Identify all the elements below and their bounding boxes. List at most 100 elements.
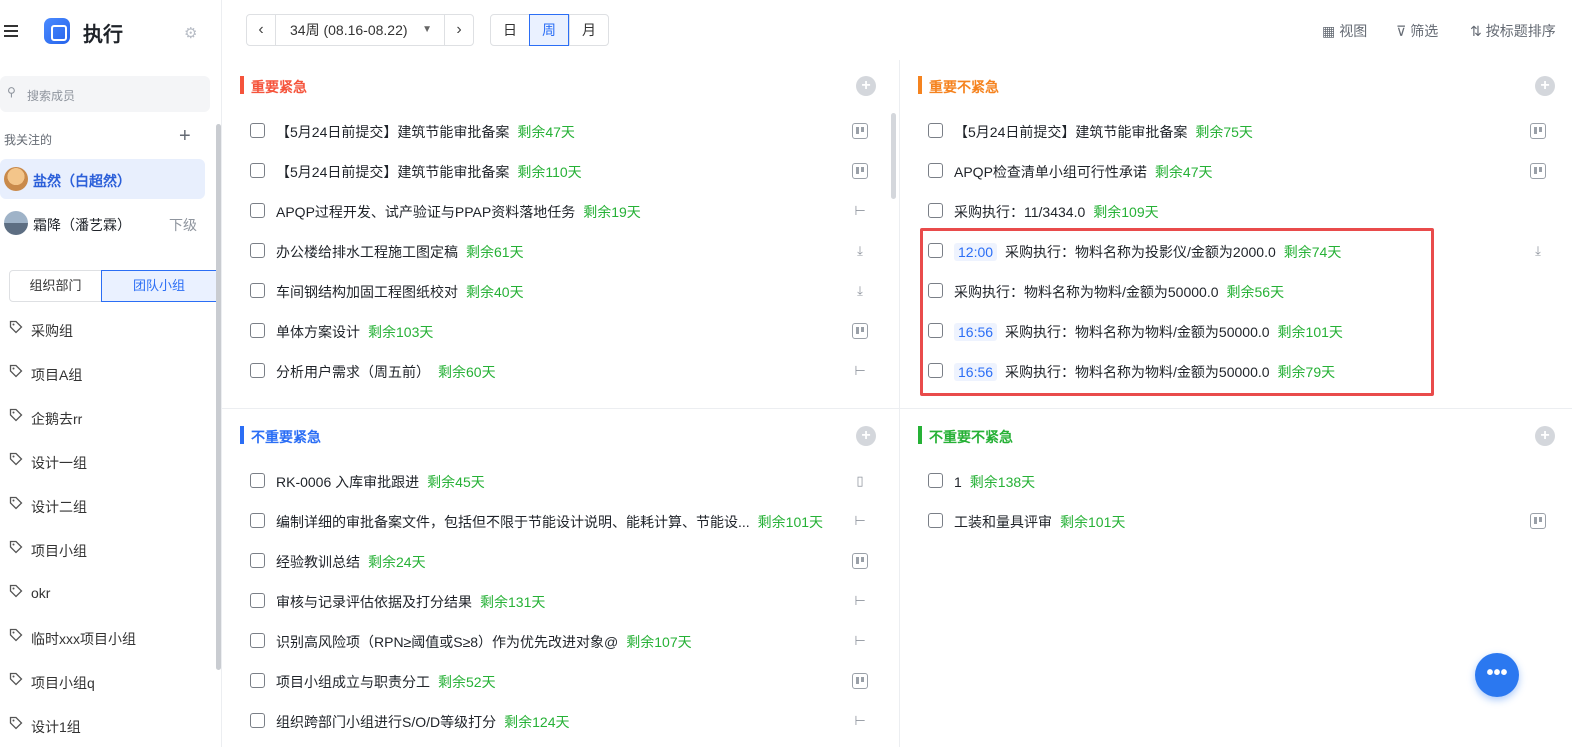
inbox-icon[interactable]: ⤓ xyxy=(1530,243,1546,259)
task-item[interactable]: 【5月24日前提交】建筑节能审批备案 剩余110天 xyxy=(240,151,885,191)
quadrant-not-important-urgent: 不重要紧急 + RK-0006 入库审批跟进 剩余45天 ▯ 编制详细的审批备案文件，包括… xyxy=(240,424,885,747)
group-item[interactable]: 项目小组 xyxy=(0,534,210,564)
tree-icon[interactable]: ⊢ xyxy=(852,203,868,219)
add-task-button[interactable]: + xyxy=(856,76,876,96)
sort-button[interactable]: ⇅ 按标题排序 xyxy=(1470,21,1556,41)
person-item-bai-chaoran[interactable]: 盐然（白超然） xyxy=(0,159,205,199)
mode-week-button[interactable]: 周 xyxy=(529,14,569,46)
mode-day-button[interactable]: 日 xyxy=(490,14,530,46)
tree-icon[interactable]: ⊢ xyxy=(852,633,868,649)
task-item[interactable]: 工装和量具评审 剩余101天 xyxy=(918,501,1568,541)
task-checkbox[interactable] xyxy=(250,593,265,608)
prev-week-button[interactable]: ‹ xyxy=(246,14,276,46)
org-team-toggle: 组织部门 团队小组 xyxy=(9,270,217,302)
kanban-icon[interactable] xyxy=(852,123,868,139)
tag-icon xyxy=(9,540,23,554)
group-item[interactable]: 临时xxx项目小组 xyxy=(0,622,210,652)
mode-month-button[interactable]: 月 xyxy=(569,14,609,46)
task-checkbox[interactable] xyxy=(250,633,265,648)
task-checkbox[interactable] xyxy=(250,513,265,528)
group-item[interactable]: 企鹅去rr xyxy=(0,402,210,432)
task-checkbox[interactable] xyxy=(928,513,943,528)
task-checkbox[interactable] xyxy=(250,243,265,258)
group-item[interactable]: okr xyxy=(0,578,210,608)
tree-icon[interactable]: ⊢ xyxy=(852,713,868,729)
tab-org-department[interactable]: 组织部门 xyxy=(10,271,101,301)
task-checkbox[interactable] xyxy=(250,163,265,178)
view-button[interactable]: ▦ 视图 xyxy=(1322,21,1367,41)
kanban-icon[interactable] xyxy=(1530,163,1546,179)
menu-icon[interactable] xyxy=(4,25,20,39)
group-item[interactable]: 设计一组 xyxy=(0,446,210,476)
add-task-button[interactable]: + xyxy=(1535,76,1555,96)
task-item[interactable]: 识别高风险项（RPN≥阈值或S≥8）作为优先改进对象@ 剩余107天 ⊢ xyxy=(240,621,885,661)
task-item[interactable]: 经验教训总结 剩余24天 xyxy=(240,541,885,581)
task-item[interactable]: APQP过程开发、试产验证与PPAP资料落地任务 剩余19天 ⊢ xyxy=(240,191,885,231)
task-item[interactable]: 【5月24日前提交】建筑节能审批备案 剩余47天 xyxy=(240,111,885,151)
task-item[interactable]: 项目小组成立与职责分工 剩余52天 xyxy=(240,661,885,701)
sidebar-scrollbar[interactable] xyxy=(216,124,221,670)
group-item[interactable]: 设计1组 xyxy=(0,710,210,740)
next-week-button[interactable]: › xyxy=(444,14,474,46)
doc-icon[interactable]: ▯ xyxy=(852,473,868,489)
kanban-icon[interactable] xyxy=(852,323,868,339)
more-actions-button[interactable]: ••• xyxy=(1475,653,1519,697)
group-item[interactable]: 项目小组q xyxy=(0,666,210,696)
task-item[interactable]: 车间钢结构加固工程图纸校对 剩余40天 ⤓ xyxy=(240,271,885,311)
quadrant-color-bar xyxy=(240,426,244,444)
task-title: 项目小组成立与职责分工 xyxy=(276,674,430,690)
task-checkbox[interactable] xyxy=(250,283,265,298)
group-item[interactable]: 采购组 xyxy=(0,314,210,344)
task-text-line: 单体方案设计 剩余103天 xyxy=(276,322,433,342)
inbox-icon[interactable]: ⤓ xyxy=(852,283,868,299)
task-item[interactable]: APQP检查清单小组可行性承诺 剩余47天 xyxy=(918,151,1568,191)
quadrant-scrollbar[interactable] xyxy=(891,113,896,199)
task-item[interactable]: 分析用户需求（周五前） 剩余60天 ⊢ xyxy=(240,351,885,391)
task-item[interactable]: 采购执行：11/3434.0 剩余109天 xyxy=(918,191,1568,231)
task-item[interactable]: 1 剩余138天 xyxy=(918,461,1568,501)
task-item[interactable]: 组织跨部门小组进行S/O/D等级打分 剩余124天 ⊢ xyxy=(240,701,885,741)
task-item[interactable]: RK-0006 入库审批跟进 剩余45天 ▯ xyxy=(240,461,885,501)
task-title: 识别高风险项（RPN≥阈值或S≥8）作为优先改进对象@ xyxy=(276,634,619,650)
task-checkbox[interactable] xyxy=(250,673,265,688)
task-checkbox[interactable] xyxy=(250,553,265,568)
add-following-button[interactable]: + xyxy=(179,126,191,146)
task-checkbox[interactable] xyxy=(928,123,943,138)
task-checkbox[interactable] xyxy=(250,203,265,218)
kanban-icon[interactable] xyxy=(1530,123,1546,139)
tree-icon[interactable]: ⊢ xyxy=(852,593,868,609)
group-item[interactable]: 项目A组 xyxy=(0,358,210,388)
task-item[interactable]: 编制详细的审批备案文件，包括但不限于节能设计说明、能耗计算、节能设... 剩余10… xyxy=(240,501,885,541)
tree-icon[interactable]: ⊢ xyxy=(852,363,868,379)
task-item[interactable]: 审核与记录评估依据及打分结果 剩余131天 ⊢ xyxy=(240,581,885,621)
add-task-button[interactable]: + xyxy=(856,426,876,446)
member-search-input[interactable]: ⚲ 搜索成员 xyxy=(0,76,210,112)
task-item[interactable]: 单体方案设计 剩余103天 xyxy=(240,311,885,351)
task-checkbox[interactable] xyxy=(928,203,943,218)
kanban-icon[interactable] xyxy=(852,163,868,179)
tag-icon xyxy=(9,672,23,686)
task-checkbox[interactable] xyxy=(250,363,265,378)
week-selector[interactable]: 34周 (08.16-08.22) ▼ xyxy=(276,14,444,46)
subordinate-tag: 下级 xyxy=(169,217,197,233)
task-checkbox[interactable] xyxy=(250,123,265,138)
task-checkbox[interactable] xyxy=(250,713,265,728)
kanban-icon[interactable] xyxy=(852,553,868,569)
tree-icon[interactable]: ⊢ xyxy=(852,513,868,529)
tab-team-group[interactable]: 团队小组 xyxy=(101,270,217,302)
filter-button[interactable]: ⊽ 筛选 xyxy=(1396,21,1438,41)
task-checkbox[interactable] xyxy=(928,473,943,488)
person-item-pan-yilin[interactable]: 霜降（潘艺霖） 下级 xyxy=(0,203,205,243)
settings-gear-icon[interactable]: ⚙ xyxy=(184,24,197,42)
task-checkbox[interactable] xyxy=(250,473,265,488)
group-item[interactable]: 设计二组 xyxy=(0,490,210,520)
task-item[interactable]: 【5月24日前提交】建筑节能审批备案 剩余75天 xyxy=(918,111,1568,151)
kanban-icon[interactable] xyxy=(852,673,868,689)
task-item[interactable]: 办公楼给排水工程施工图定稿 剩余61天 ⤓ xyxy=(240,231,885,271)
task-checkbox[interactable] xyxy=(928,163,943,178)
add-task-button[interactable]: + xyxy=(1535,426,1555,446)
kanban-icon[interactable] xyxy=(1530,513,1546,529)
inbox-icon[interactable]: ⤓ xyxy=(852,243,868,259)
task-checkbox[interactable] xyxy=(250,323,265,338)
task-remaining: 剩余45天 xyxy=(427,474,485,490)
